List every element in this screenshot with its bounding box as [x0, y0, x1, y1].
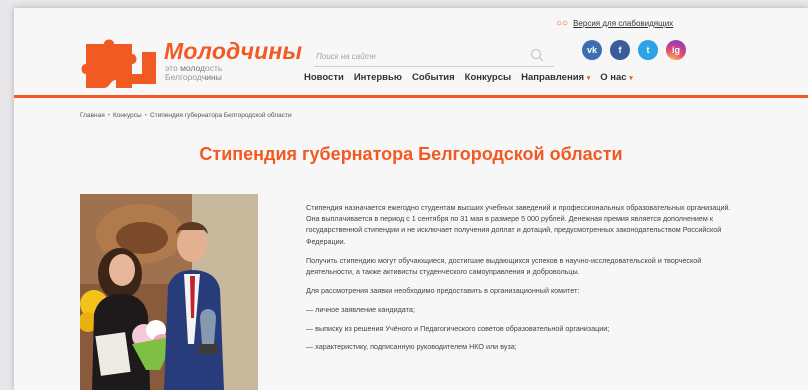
nav-item-interviews[interactable]: Интервью — [354, 72, 402, 83]
breadcrumb-home[interactable]: Главная — [80, 112, 105, 119]
article-paragraph: Стипендия назначается ежегодно студентам… — [306, 203, 731, 246]
accessibility-link-label[interactable]: Версия для слабовидящих — [573, 19, 673, 28]
instagram-icon[interactable]: ig — [666, 40, 686, 60]
chevron-down-icon: ▾ — [629, 75, 633, 82]
nav-item-directions-label: Направления — [521, 72, 585, 83]
search-box — [314, 46, 554, 67]
article-body: Стипендия назначается ежегодно студентам… — [306, 202, 746, 359]
page-title: Стипендия губернатора Белгородской облас… — [199, 144, 623, 164]
breadcrumb-current: Стипендия губернатора Белгородской облас… — [149, 112, 292, 119]
facebook-icon[interactable]: f — [610, 40, 630, 60]
nav-item-events[interactable]: События — [412, 72, 455, 83]
list-item: — характеристику, подписанную руководите… — [306, 341, 517, 351]
article-paragraph: Получить стипендию могут обучающиеся, до… — [306, 255, 702, 277]
breadcrumb-separator: • — [144, 112, 147, 119]
social-links: vk f t ig — [582, 40, 686, 60]
nav-item-directions[interactable]: Направления ▾ — [521, 72, 590, 83]
search-input[interactable] — [314, 47, 516, 66]
list-item: — личное заявление кандидата; — [306, 305, 415, 315]
glasses-icon: ○○ — [556, 18, 569, 29]
accessibility-link[interactable]: ○○ Версия для слабовидящих — [556, 18, 673, 29]
article-photo — [80, 194, 258, 390]
nav-item-about[interactable]: О нас ▾ — [600, 72, 633, 83]
nav-item-news[interactable]: Новости — [304, 72, 344, 83]
search-icon[interactable] — [530, 48, 544, 62]
article-paragraph: Для рассмотрения заявки необходимо предо… — [306, 286, 580, 296]
list-item: — выписку из решения Учёного и Педагогич… — [306, 323, 610, 333]
browser-page: Молодчины это молодость Белгородчины ○○ … — [14, 8, 808, 390]
chevron-down-icon: ▾ — [586, 75, 591, 82]
breadcrumb: Главная • Конкурсы • Стипендия губернато… — [80, 112, 292, 119]
twitter-icon[interactable]: t — [638, 40, 658, 60]
logo-icon[interactable] — [80, 34, 160, 92]
breadcrumb-separator: • — [107, 112, 111, 119]
nav-item-about-label: О нас — [600, 72, 627, 83]
breadcrumb-contests[interactable]: Конкурсы — [113, 112, 142, 119]
vk-icon[interactable]: vk — [582, 40, 602, 60]
logo-tagline: это молодость Белгородчины — [165, 63, 223, 82]
logo-title[interactable]: Молодчины — [164, 38, 302, 65]
nav-item-contests[interactable]: Конкурсы — [465, 72, 511, 83]
header-divider — [14, 95, 808, 98]
main-nav: Новости Интервью События Конкурсы Направ… — [304, 72, 633, 83]
